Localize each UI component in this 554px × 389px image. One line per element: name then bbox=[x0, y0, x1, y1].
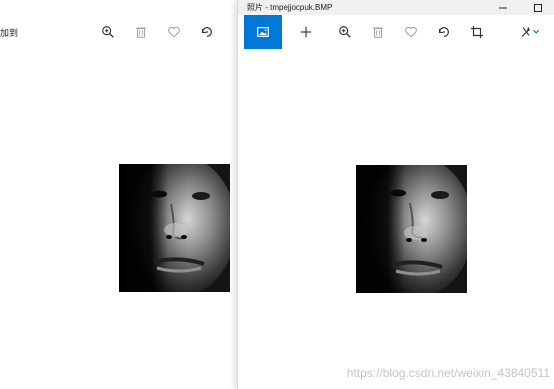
rotate-icon[interactable] bbox=[427, 15, 461, 49]
add-icon[interactable] bbox=[289, 15, 323, 49]
maximize-icon[interactable] bbox=[521, 0, 554, 15]
right-toolbar bbox=[238, 15, 554, 49]
minimize-icon[interactable] bbox=[486, 0, 520, 15]
left-toolbar bbox=[0, 15, 237, 49]
favorite-icon[interactable] bbox=[157, 15, 191, 49]
view-collection-icon[interactable] bbox=[244, 15, 282, 49]
window-title: 照片 - tmpejjocpuk.BMP bbox=[247, 3, 333, 12]
zoom-in-icon[interactable] bbox=[91, 15, 125, 49]
edit-icon[interactable] bbox=[510, 15, 550, 49]
crop-icon[interactable] bbox=[460, 15, 494, 49]
rotate-icon[interactable] bbox=[190, 15, 224, 49]
title-bar[interactable]: 照片 - tmpejjocpuk.BMP bbox=[238, 0, 554, 15]
left-photos-window: 加到 bbox=[0, 0, 237, 389]
delete-icon[interactable] bbox=[361, 15, 395, 49]
face-photo bbox=[119, 164, 230, 292]
zoom-in-icon[interactable] bbox=[328, 15, 362, 49]
right-photos-window: 照片 - tmpejjocpuk.BMP bbox=[237, 0, 554, 389]
face-photo bbox=[356, 165, 467, 293]
watermark: https://blog.csdn.net/weixin_43840511 bbox=[346, 366, 550, 380]
delete-icon[interactable] bbox=[124, 15, 158, 49]
favorite-icon[interactable] bbox=[394, 15, 428, 49]
